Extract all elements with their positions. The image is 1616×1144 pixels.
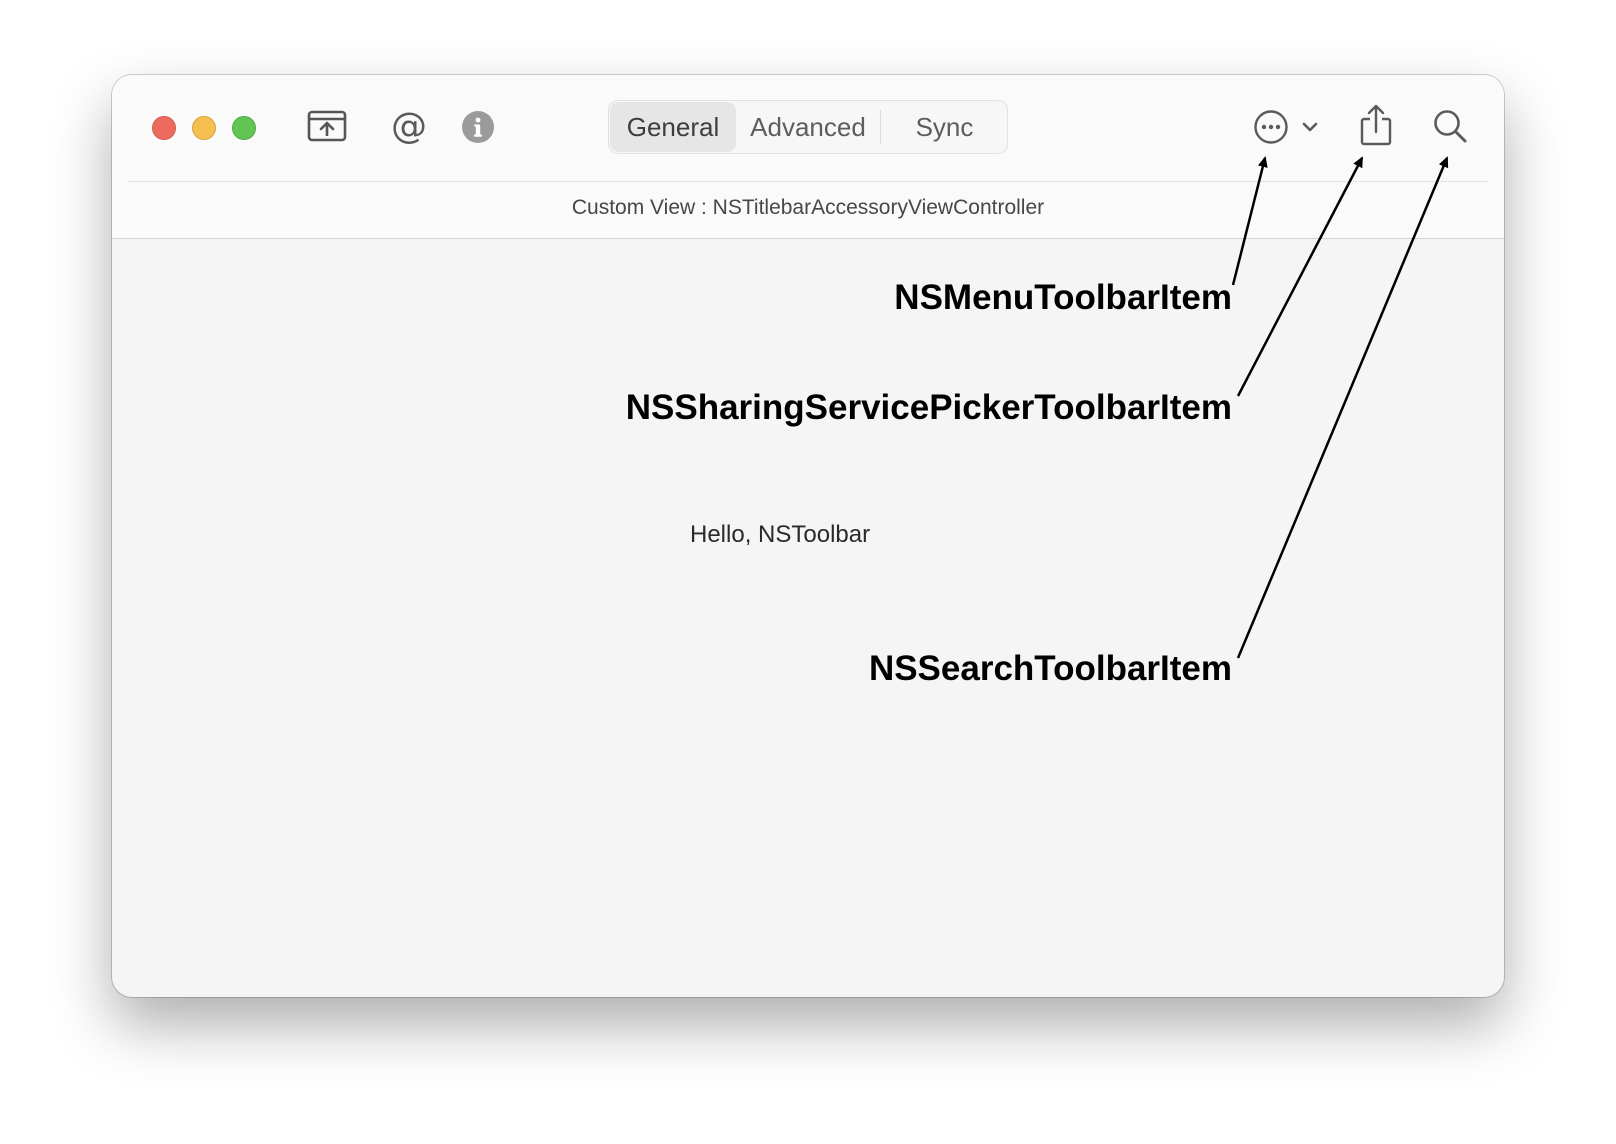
- minimize-button[interactable]: [192, 116, 216, 140]
- zoom-button[interactable]: [232, 116, 256, 140]
- ellipsis-circle-icon[interactable]: [1252, 108, 1290, 146]
- export-tray-icon[interactable]: [306, 105, 348, 145]
- info-icon[interactable]: [460, 109, 496, 145]
- tab-general[interactable]: General: [610, 102, 736, 152]
- app-window: @ General Advanced Sync Custom View: NS…: [112, 75, 1504, 997]
- tab-sync[interactable]: Sync: [880, 110, 1008, 144]
- content-label: Hello, NSToolbar: [690, 521, 871, 548]
- annotation-search-toolbar-item: NSSearchToolbarItem: [868, 649, 1232, 688]
- chevron-down-icon[interactable]: [1300, 118, 1320, 136]
- tab-segmented-control: General Advanced Sync: [608, 100, 1008, 154]
- search-icon[interactable]: [1430, 106, 1470, 146]
- annotation-menu-toolbar-item: NSMenuToolbarItem: [894, 278, 1232, 317]
- close-button[interactable]: [152, 116, 176, 140]
- share-icon[interactable]: [1358, 101, 1394, 149]
- annotation-sharing-toolbar-item: NSSharingServicePickerToolbarItem: [625, 388, 1232, 427]
- titlebar-accessory-label: Custom View : NSTitlebarAccessoryViewCon…: [571, 196, 1045, 219]
- toolbar-separator: [128, 181, 1488, 182]
- titlebar: @ General Advanced Sync Custom View: NS…: [112, 75, 1504, 239]
- at-sign-icon[interactable]: @: [384, 104, 434, 150]
- tab-advanced[interactable]: Advanced: [736, 100, 880, 154]
